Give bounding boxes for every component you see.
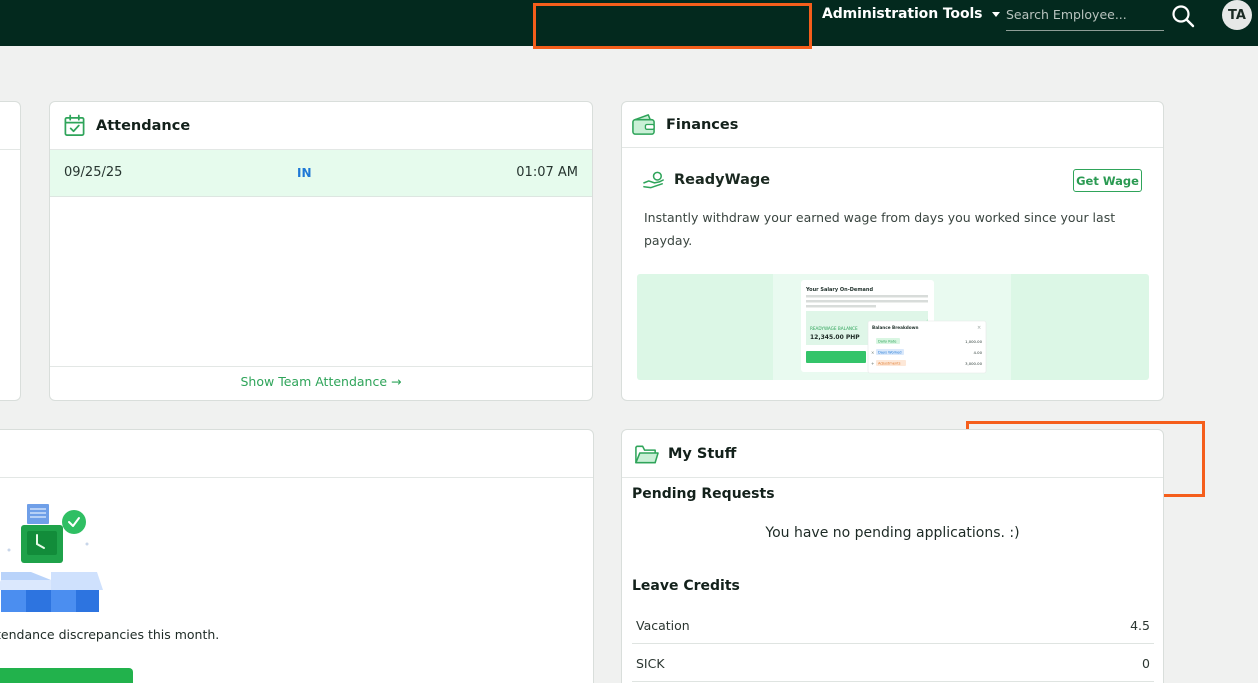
avatar[interactable]: TA: [1222, 0, 1252, 30]
promo-breakdown-value-1: 4.00: [974, 350, 983, 355]
pending-requests-title: Pending Requests: [632, 486, 775, 502]
promo-breakdown-label-1: Days Worked: [878, 351, 902, 355]
my-stuff-title: My Stuff: [668, 445, 737, 462]
promo-breakdown-label-2: Adjustments: [878, 362, 901, 366]
promo-balance-label: READYWAGE BALANCE: [810, 326, 858, 331]
employee-search: [1006, 4, 1164, 31]
administration-tools-label: Administration Tools: [822, 6, 983, 22]
readywage-title: ReadyWage: [674, 172, 771, 188]
attendance-status: IN: [297, 166, 312, 180]
leave-credits-title: Leave Credits: [632, 578, 740, 594]
promo-breakdown-value-2: 3,000.00: [965, 361, 982, 366]
coin-hand-icon: [643, 171, 664, 189]
my-stuff-card: My Stuff Pending Requests You have no pe…: [621, 429, 1164, 683]
finances-title: Finances: [666, 116, 739, 133]
svg-text:×: ×: [871, 350, 874, 355]
attendance-time: 01:07 AM: [516, 165, 578, 180]
promo-heading: Your Salary On-Demand: [805, 287, 873, 293]
readywage-description: Instantly withdraw your earned wage from…: [644, 210, 1116, 248]
timesheet-box-illustration: [0, 504, 103, 612]
divider: [0, 149, 20, 150]
promo-breakdown-title: Balance Breakdown: [872, 325, 918, 330]
svg-text:+: +: [871, 361, 874, 366]
readywage-title-row: ReadyWage: [643, 170, 770, 190]
calendar-check-icon: [64, 114, 85, 136]
leave-credit-value: 0: [1142, 656, 1150, 671]
get-wage-button[interactable]: Get Wage: [1073, 169, 1142, 192]
leave-credit-row: Vacation 4.5: [632, 606, 1154, 644]
salary-on-demand-illustration: Your Salary On-Demand READYWAGE BALANCE …: [773, 274, 1011, 380]
attendance-header: Attendance: [50, 102, 592, 150]
promo-breakdown-value-0: 1,000.00: [965, 339, 982, 344]
leave-credit-label: Vacation: [636, 618, 690, 633]
administration-tools-menu[interactable]: Administration Tools: [822, 5, 1001, 23]
attendance-card: Attendance 09/25/25 IN 01:07 AM Show Tea…: [49, 101, 593, 401]
wallet-icon: [632, 114, 655, 135]
avatar-initials: TA: [1228, 7, 1246, 23]
promo-breakdown-label-0: Daily Rate: [878, 340, 897, 344]
leave-credit-label: SICK: [636, 656, 665, 671]
show-team-attendance-link[interactable]: Show Team Attendance →: [50, 366, 592, 400]
green-action-button[interactable]: [0, 668, 133, 683]
folder-icon: [635, 445, 659, 463]
attendance-title: Attendance: [96, 117, 191, 134]
attendance-discrepancies-card: tendance discrepancies this month.: [0, 429, 594, 683]
caret-down-icon: [992, 12, 1001, 17]
finances-header: Finances: [622, 102, 1163, 148]
readywage-promo-image: Your Salary On-Demand READYWAGE BALANCE …: [637, 274, 1149, 380]
top-nav-bar: Administration Tools TA: [0, 0, 1258, 46]
leave-credit-value: 4.5: [1130, 618, 1150, 633]
left-partial-card-top: [0, 101, 21, 401]
no-pending-message: You have no pending applications. :): [765, 525, 1020, 541]
discrepancies-text: tendance discrepancies this month.: [0, 627, 220, 642]
promo-balance-value: 12,345.00 PHP: [810, 334, 860, 341]
finances-card: Finances ReadyWage Get Wage Instantly wi…: [621, 101, 1164, 401]
search-icon[interactable]: [1171, 4, 1195, 28]
svg-text:×: ×: [977, 325, 981, 331]
attendance-date: 09/25/25: [64, 165, 123, 180]
my-stuff-header: My Stuff: [622, 430, 1163, 478]
leave-credit-row: SICK 0: [632, 644, 1154, 682]
search-input[interactable]: [1006, 5, 1164, 24]
attendance-row: 09/25/25 IN 01:07 AM: [50, 150, 592, 197]
divider: [0, 477, 593, 478]
